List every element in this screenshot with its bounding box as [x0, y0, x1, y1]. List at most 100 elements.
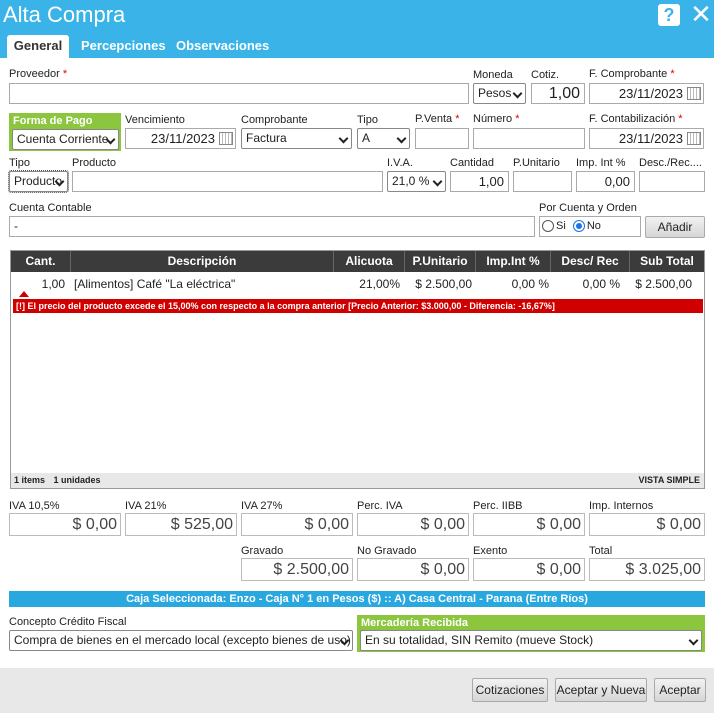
perciva-value: $ 0,00: [357, 513, 469, 536]
item-tipo-select[interactable]: Producto: [8, 170, 69, 193]
col-punitario[interactable]: P.Unitario: [405, 251, 476, 272]
vencimiento-label: Vencimiento: [125, 114, 185, 126]
impint-label: Imp. Int %: [576, 157, 626, 169]
perciva-label: Perc. IVA: [357, 500, 403, 512]
calendar-icon[interactable]: [687, 87, 701, 100]
mercaderia-label: Mercadería Recibida: [361, 617, 468, 629]
forma-pago-select[interactable]: Cuenta Corriente: [12, 129, 119, 150]
producto-input[interactable]: [72, 171, 383, 192]
col-impint[interactable]: Imp.Int %: [476, 251, 551, 272]
iva-label: I.V.A.: [387, 157, 413, 169]
nogravado-value: $ 0,00: [357, 558, 469, 581]
cell-subtotal: $ 2.500,00: [635, 277, 692, 291]
calendar-icon[interactable]: [687, 132, 701, 145]
comprobante-select[interactable]: Factura: [241, 128, 352, 149]
footer-items: 1 items: [14, 475, 46, 485]
gravado-label: Gravado: [241, 545, 284, 557]
cell-alicuota: 21,00%: [359, 277, 400, 291]
col-subtotal[interactable]: Sub Total: [630, 251, 704, 272]
tab-percepciones[interactable]: Percepciones: [81, 35, 166, 58]
title-bar: Alta Compra ? ✕ General Percepciones Obs…: [0, 0, 714, 58]
col-cant[interactable]: Cant.: [11, 251, 71, 272]
iva27-label: IVA 27%: [241, 500, 283, 512]
warning-caret-icon: [19, 291, 29, 297]
iva105-value: $ 0,00: [9, 513, 121, 536]
moneda-label: Moneda: [473, 69, 513, 81]
radio-no-label: No: [586, 220, 601, 232]
radio-si[interactable]: [542, 220, 554, 233]
tab-general[interactable]: General: [7, 35, 69, 58]
iva-select[interactable]: 21,0 %: [387, 171, 446, 192]
window-title: Alta Compra: [3, 2, 126, 27]
help-icon[interactable]: ?: [658, 4, 680, 26]
grid-footer: 1 items 1 unidades VISTA SIMPLE: [11, 473, 704, 488]
pcyo-label: Por Cuenta y Orden: [539, 202, 637, 214]
cell-descripcion: [Alimentos] Café "La eléctrica": [74, 277, 236, 291]
perciibb-value: $ 0,00: [473, 513, 585, 536]
items-grid: Cant. Descripción Alicuota P.Unitario Im…: [10, 250, 705, 489]
comprobante-label: Comprobante: [241, 114, 308, 126]
forma-pago-label: Forma de Pago: [13, 115, 93, 127]
iva21-label: IVA 21%: [125, 500, 167, 512]
close-icon[interactable]: ✕: [690, 1, 712, 27]
gravado-value: $ 2.500,00: [241, 558, 353, 581]
impint-total-value: $ 0,00: [589, 513, 705, 536]
vista-simple-link[interactable]: VISTA SIMPLE: [638, 473, 700, 488]
exento-label: Exento: [473, 545, 508, 557]
cell-cant: 1,00: [41, 277, 65, 291]
mercaderia-select[interactable]: En su totalidad, SIN Remito (mueve Stock…: [360, 630, 702, 651]
radio-no[interactable]: [572, 220, 585, 233]
cantidad-input[interactable]: 1,00: [450, 171, 509, 192]
moneda-select[interactable]: Pesos: [473, 83, 526, 104]
cotizaciones-button[interactable]: Cotizaciones: [472, 678, 548, 702]
concepto-select[interactable]: Compra de bienes en el mercado local (ex…: [9, 630, 353, 651]
anadir-button[interactable]: Añadir: [645, 216, 705, 238]
col-descrec[interactable]: Desc/ Rec: [551, 251, 630, 272]
iva27-value: $ 0,00: [241, 513, 353, 536]
vencimiento-input[interactable]: 23/11/2023: [125, 128, 236, 149]
forma-pago-group: Forma de Pago Cuenta Corriente: [9, 113, 121, 151]
cantidad-label: Cantidad: [450, 157, 495, 169]
cell-descrec: 0,00 %: [582, 277, 620, 291]
pcyo-radio-group: Si No: [539, 216, 641, 237]
numero-label: Número *: [473, 113, 520, 125]
numero-input[interactable]: [473, 128, 585, 149]
fcontab-input[interactable]: 23/11/2023: [589, 128, 704, 149]
cotiz-label: Cotiz.: [531, 69, 560, 81]
mercaderia-group: Mercadería Recibida En su totalidad, SIN…: [357, 615, 705, 652]
aceptar-nueva-button[interactable]: Aceptar y Nueva: [555, 678, 647, 702]
proveedor-input[interactable]: [9, 83, 469, 104]
perciibb-label: Perc. IIBB: [473, 500, 523, 512]
pventa-input[interactable]: [415, 128, 469, 149]
cotiz-input[interactable]: 1,00: [531, 83, 585, 104]
nogravado-label: No Gravado: [357, 545, 417, 557]
pventa-label: P.Venta *: [415, 113, 460, 125]
caja-seleccionada-bar: Caja Seleccionada: Enzo - Caja N° 1 en P…: [9, 591, 705, 607]
aceptar-button[interactable]: Aceptar: [654, 678, 706, 702]
impint-input[interactable]: 0,00: [576, 171, 635, 192]
col-alicuota[interactable]: Alicuota: [334, 251, 405, 272]
calendar-icon[interactable]: [219, 132, 233, 145]
cuenta-contable-label: Cuenta Contable: [9, 202, 92, 214]
iva105-label: IVA 10,5%: [9, 500, 60, 512]
radio-si-label: Si: [556, 220, 566, 232]
total-label: Total: [589, 545, 613, 557]
fcomprobante-input[interactable]: 23/11/2023: [589, 83, 704, 104]
proveedor-label: Proveedor *: [9, 68, 68, 80]
item-tipo-label: Tipo: [9, 157, 30, 169]
fcontab-label: F. Contabilización *: [589, 113, 683, 125]
concepto-label: Concepto Crédito Fiscal: [9, 616, 127, 628]
tab-observaciones[interactable]: Observaciones: [176, 35, 269, 58]
producto-label: Producto: [72, 157, 117, 169]
descrec-input[interactable]: [639, 171, 705, 192]
total-value: $ 3.025,00: [589, 558, 705, 581]
impint-total-label: Imp. Internos: [589, 500, 654, 512]
cell-impint: 0,00 %: [511, 277, 549, 291]
tipo-select[interactable]: A: [357, 128, 410, 149]
cuenta-contable-input[interactable]: -: [9, 216, 535, 237]
cell-punitario: $ 2.500,00: [415, 277, 472, 291]
punitario-input[interactable]: [513, 171, 572, 192]
price-warning: [!] El precio del producto excede el 15,…: [13, 299, 703, 313]
exento-value: $ 0,00: [473, 558, 585, 581]
col-descripcion[interactable]: Descripción: [71, 251, 334, 272]
